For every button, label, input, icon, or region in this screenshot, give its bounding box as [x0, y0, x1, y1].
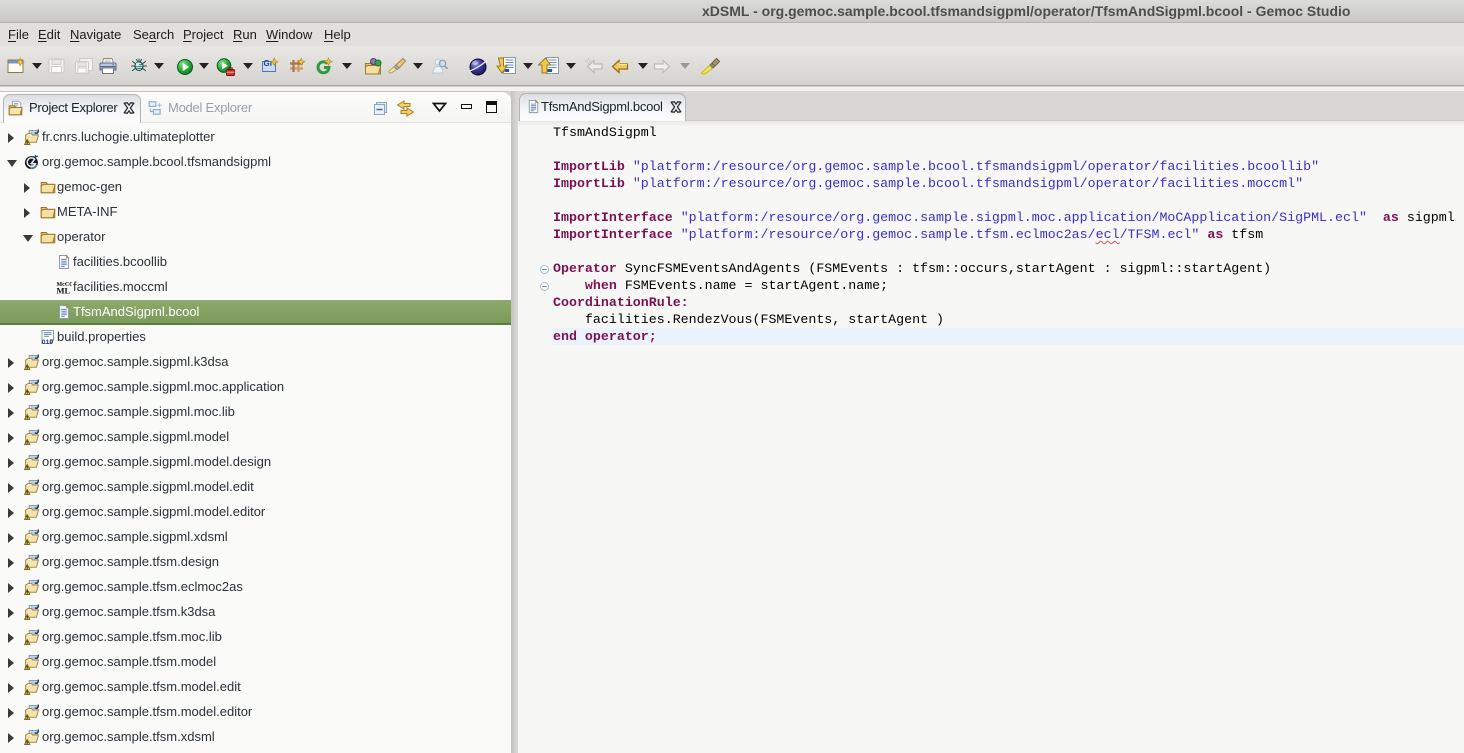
svg-text:Gr: Gr	[264, 59, 273, 68]
